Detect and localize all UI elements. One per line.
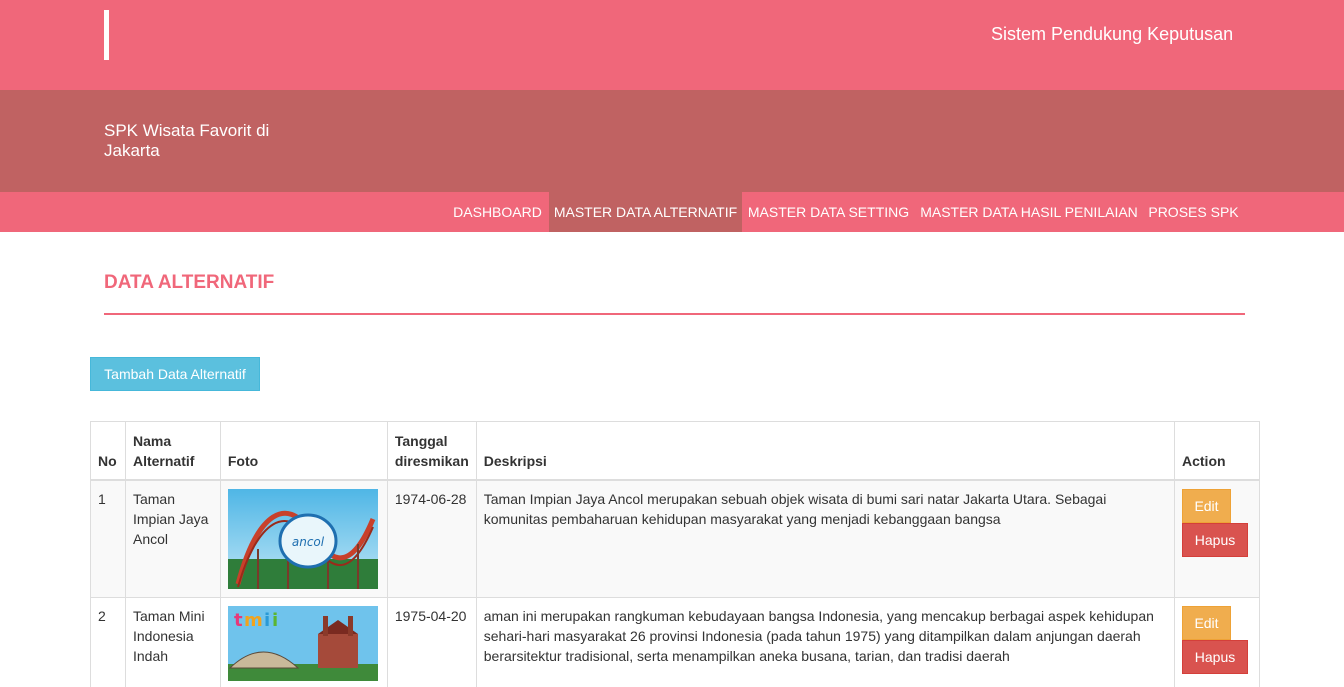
table-row: 2 Taman Mini Indonesia Indah t m i i 197… [90, 597, 1260, 687]
cell-tanggal: 1975-04-20 [386, 597, 477, 687]
logo-divider [104, 10, 109, 60]
svg-text:m: m [244, 610, 263, 631]
cell-deskripsi: aman ini merupakan rangkuman kebudayaan … [475, 597, 1176, 687]
cell-no: 1 [90, 479, 126, 598]
edit-button[interactable]: Edit [1182, 606, 1231, 640]
cell-nama: Taman Mini Indonesia Indah [124, 597, 221, 687]
ancol-photo-icon: ancol [227, 488, 378, 589]
cell-action: Edit Hapus [1174, 597, 1260, 687]
nav-master-data-alternatif[interactable]: MASTER DATA ALTERNATIF [549, 192, 742, 232]
cell-foto: ancol [219, 479, 388, 598]
brand-banner: SPK Wisata Favorit di Jakarta [0, 90, 1344, 192]
add-alternative-button[interactable]: Tambah Data Alternatif [90, 357, 260, 391]
nav-master-data-hasil-penilaian[interactable]: MASTER DATA HASIL PENILAIAN [915, 192, 1143, 232]
edit-button[interactable]: Edit [1182, 488, 1231, 523]
header-no: No [90, 421, 126, 481]
table-row: 1 Taman Impian Jaya Ancol ancol 1974-06-… [90, 479, 1260, 598]
main-nav: DASHBOARD MASTER DATA ALTERNATIF MASTER … [0, 192, 1344, 232]
nav-proses-spk[interactable]: PROSES SPK [1143, 192, 1244, 232]
top-header: Sistem Pendukung Keputusan [0, 0, 1344, 90]
svg-text:t: t [234, 610, 243, 631]
header-tanggal: Tanggal diresmikan [386, 421, 477, 481]
brand-name[interactable]: SPK Wisata Favorit di Jakarta [104, 121, 304, 161]
system-title: Sistem Pendukung Keputusan [991, 24, 1234, 44]
page-title: DATA ALTERNATIF [104, 272, 275, 293]
alternatives-table: No Nama Alternatif Foto Tanggal diresmik… [90, 421, 1260, 687]
header-action: Action [1174, 421, 1260, 481]
cell-tanggal: 1974-06-28 [386, 479, 477, 598]
delete-button[interactable]: Hapus [1182, 522, 1248, 557]
header-nama: Nama Alternatif [124, 421, 221, 481]
cell-no: 2 [90, 597, 126, 687]
svg-text:ancol: ancol [292, 535, 325, 549]
delete-button[interactable]: Hapus [1182, 640, 1248, 674]
header-deskripsi: Deskripsi [475, 421, 1176, 481]
svg-text:i: i [264, 610, 270, 631]
cell-foto: t m i i [219, 597, 388, 687]
nav-dashboard[interactable]: DASHBOARD [447, 192, 548, 232]
tmii-photo-icon: t m i i [227, 606, 378, 681]
title-divider [104, 313, 1245, 315]
svg-text:i: i [272, 610, 278, 631]
nav-master-data-setting[interactable]: MASTER DATA SETTING [742, 192, 915, 232]
header-foto: Foto [219, 421, 388, 481]
cell-action: Edit Hapus [1174, 479, 1260, 598]
table-header-row: No Nama Alternatif Foto Tanggal diresmik… [90, 421, 1260, 481]
cell-deskripsi: Taman Impian Jaya Ancol merupakan sebuah… [475, 479, 1176, 598]
cell-nama: Taman Impian Jaya Ancol [124, 479, 221, 598]
